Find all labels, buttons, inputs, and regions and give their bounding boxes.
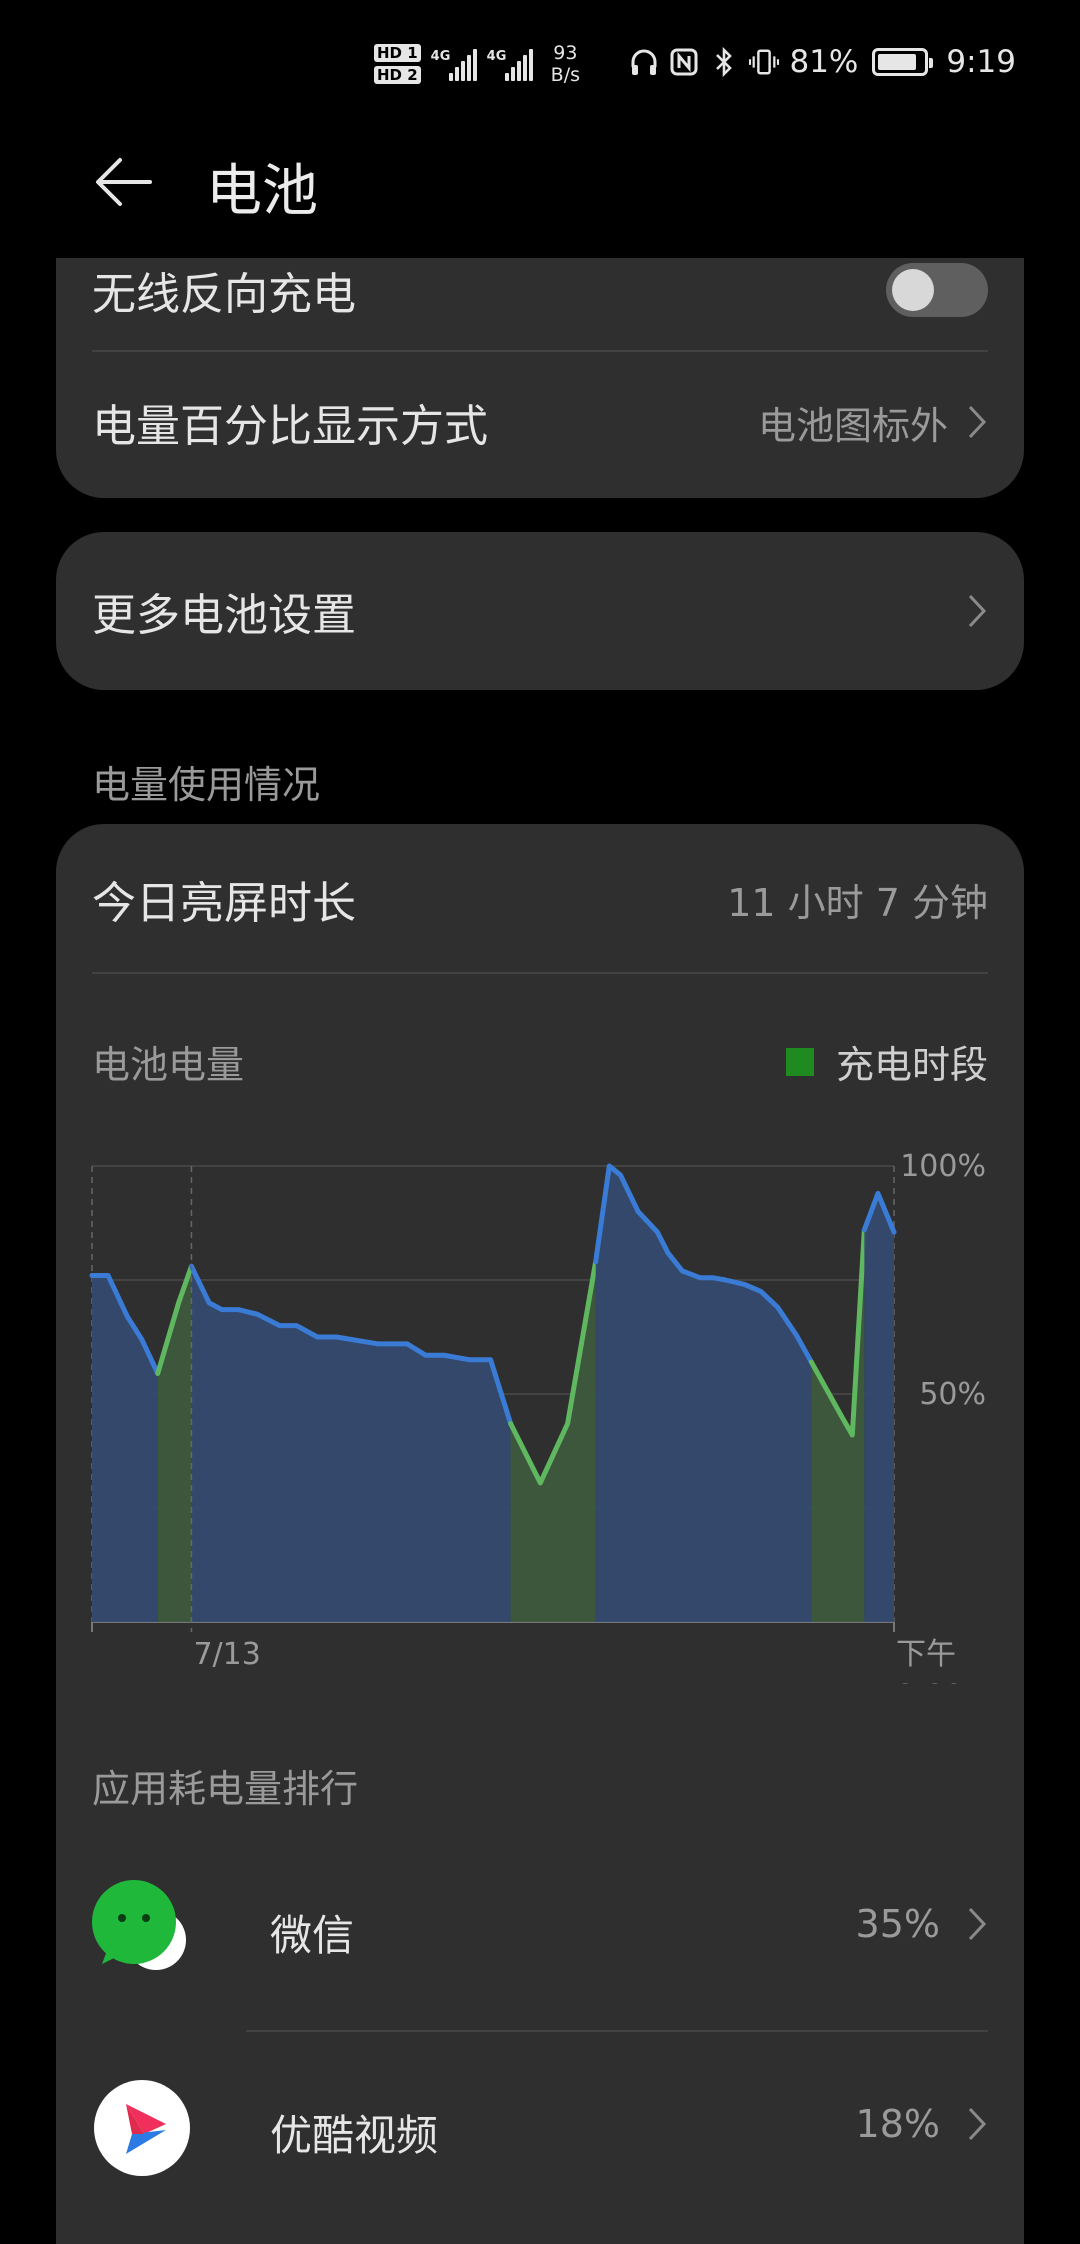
legend-label: 充电时段	[835, 1043, 988, 1087]
legend-swatch	[785, 1047, 814, 1076]
chevron-right-icon	[968, 1907, 987, 1941]
app-percent: 18%	[856, 2102, 988, 2146]
app-row-wechat[interactable]: 微信 35%	[56, 1854, 1024, 2014]
chart-title: 电池电量	[92, 1043, 245, 1087]
wireless-reverse-charge-row[interactable]: 无线反向充电	[92, 258, 988, 348]
status-bar: HD 1 HD 2 4G 4G 93 B/s 81% 9:19	[0, 0, 1080, 128]
charging-area	[510, 1261, 596, 1622]
screen-time-label: 今日亮屏时长	[92, 878, 356, 929]
network-type-1: 4G	[430, 49, 451, 64]
network-speed-unit: B/s	[550, 64, 581, 86]
wireless-reverse-charge-toggle[interactable]	[886, 263, 988, 317]
youku-icon	[94, 2080, 190, 2176]
app-ranking-title: 应用耗电量排行	[92, 1767, 359, 1811]
hd-indicators: HD 1 HD 2	[374, 44, 421, 84]
chart-legend: 充电时段	[785, 1034, 988, 1089]
page-title: 电池	[206, 159, 318, 224]
battery-level-chart[interactable]: 100% 50% 7/13 下午 9:00	[56, 1124, 1024, 1684]
percent-display-label: 电量百分比显示方式	[92, 401, 488, 452]
divider	[246, 2030, 988, 2032]
more-settings-row[interactable]: 更多电池设置	[92, 532, 988, 690]
network-type-2: 4G	[486, 49, 507, 64]
status-bar-right: 81% 9:19	[629, 40, 1016, 84]
app-percent: 35%	[856, 1902, 988, 1946]
nfc-icon	[669, 45, 699, 79]
hd1-badge: HD 1	[374, 44, 421, 62]
x-tick-label: 7/13	[193, 1637, 260, 1672]
status-bar-left: HD 1 HD 2 4G 4G 93 B/s	[374, 36, 580, 92]
more-settings-label: 更多电池设置	[92, 590, 356, 641]
screen-time-value: 11 小时 7 分钟	[727, 880, 988, 925]
chevron-right-icon	[968, 405, 987, 439]
arrow-left-icon	[96, 158, 152, 206]
settings-card: 无线反向充电 电量百分比显示方式 电池图标外	[56, 258, 1024, 498]
chart-header: 电池电量 充电时段	[92, 1034, 988, 1089]
usage-section-title: 电量使用情况	[92, 763, 321, 807]
bluetooth-icon	[709, 45, 739, 79]
x-tick-label: 9:00	[896, 1679, 963, 1684]
percent-display-row[interactable]: 电量百分比显示方式 电池图标外	[92, 352, 988, 492]
network-speed: 93 B/s	[551, 42, 580, 86]
app-percent-value: 35%	[855, 1902, 940, 1946]
signal-sim2-icon: 4G	[487, 47, 533, 81]
back-button[interactable]	[92, 150, 156, 214]
hd2-badge: HD 2	[374, 66, 421, 84]
battery-percent: 81%	[789, 44, 859, 80]
battery-saver-icon	[872, 48, 934, 76]
wireless-reverse-charge-label: 无线反向充电	[92, 269, 356, 320]
usage-card: 今日亮屏时长 11 小时 7 分钟 电池电量 充电时段 100% 50% 7/13 下…	[56, 824, 1024, 2244]
app-name: 微信	[270, 1911, 355, 1960]
app-row-youku[interactable]: 优酷视频 18%	[56, 2054, 1024, 2214]
charging-area	[811, 1229, 865, 1622]
y-tick-label: 50%	[919, 1377, 986, 1412]
wechat-icon	[92, 1880, 186, 1970]
discharge-area	[864, 1193, 894, 1622]
vibrate-icon	[749, 45, 780, 79]
x-tick-label: 下午	[896, 1637, 956, 1672]
chevron-right-icon	[968, 2107, 987, 2141]
signal-sim1-icon: 4G	[431, 47, 477, 81]
divider	[92, 972, 988, 974]
discharge-area	[191, 1266, 511, 1622]
percent-display-value: 电池图标外	[757, 403, 948, 448]
app-name: 优酷视频	[270, 2111, 439, 2160]
chevron-right-icon	[968, 594, 987, 628]
discharge-area	[92, 1275, 158, 1622]
more-settings-card[interactable]: 更多电池设置	[56, 532, 1024, 690]
app-percent-value: 18%	[855, 2102, 940, 2146]
clock: 9:19	[946, 44, 1016, 80]
network-speed-value: 93	[553, 42, 578, 64]
y-tick-label: 100%	[900, 1149, 986, 1184]
headphones-icon	[629, 45, 659, 79]
screen-time-row: 今日亮屏时长 11 小时 7 分钟	[92, 824, 988, 974]
discharge-area	[595, 1166, 812, 1622]
